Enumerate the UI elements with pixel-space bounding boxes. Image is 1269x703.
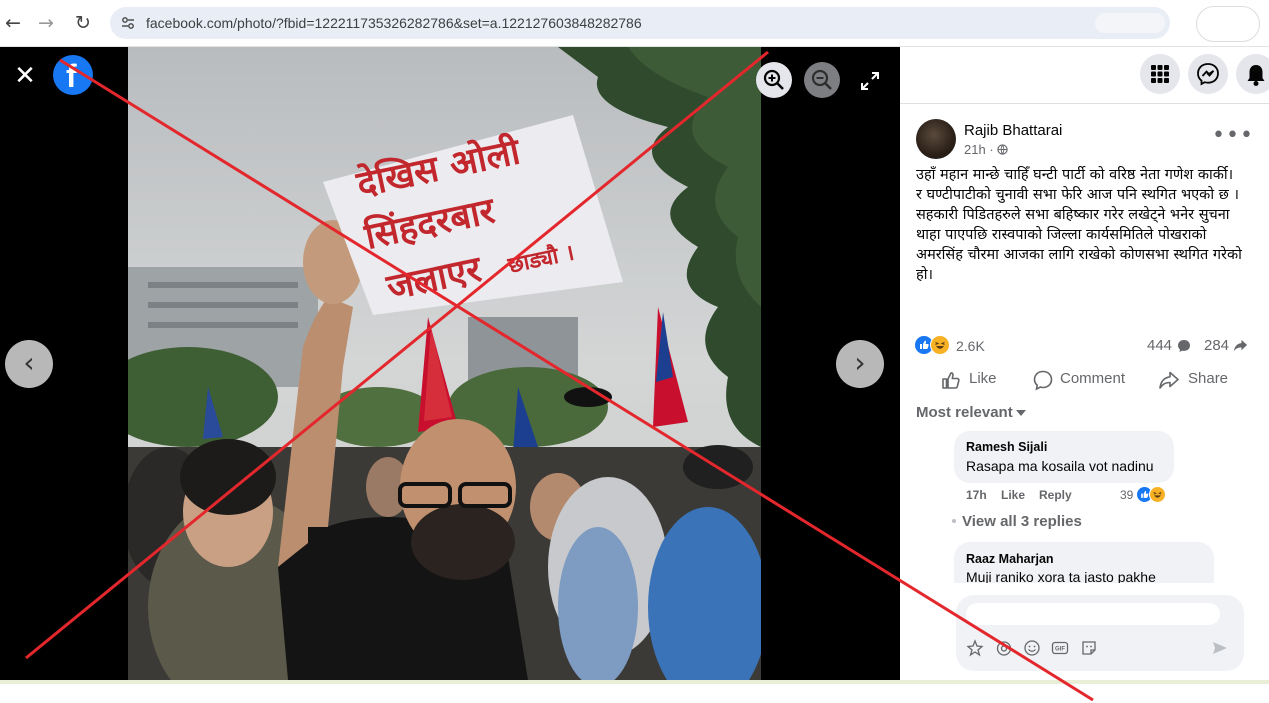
comment-count[interactable]: 444 xyxy=(1147,337,1172,354)
post-text: उहाँ महान मान्छे चाहिँ घन्टी पार्टी को व… xyxy=(916,167,1242,283)
comment-like-button[interactable]: Like xyxy=(1001,488,1025,502)
notifications-bell-icon[interactable] xyxy=(1236,54,1269,94)
comment-reply-button[interactable]: Reply xyxy=(1039,488,1072,502)
next-photo-button[interactable]: › xyxy=(836,340,884,388)
post-panel: Rajib Bhattarai 21h · ••• उहाँ महान मान्… xyxy=(900,47,1269,680)
haha-reaction-icon xyxy=(1149,486,1166,503)
camera-icon[interactable] xyxy=(995,639,1013,657)
browser-profile-button[interactable] xyxy=(1196,6,1260,42)
emoji-icon[interactable] xyxy=(1023,639,1041,657)
comment-input[interactable] xyxy=(966,603,1220,625)
fullscreen-icon[interactable] xyxy=(858,69,882,93)
close-icon[interactable]: ✕ xyxy=(12,63,38,89)
globe-icon xyxy=(997,144,1008,155)
back-arrow-icon[interactable]: ← xyxy=(0,10,26,36)
comment-bubble-icon xyxy=(1178,340,1190,352)
photo-viewer: देखिस ओली सिंहदरबार जलाएर छाड्यौ । ✕ f ‹… xyxy=(0,47,900,680)
menu-grid-icon[interactable] xyxy=(1140,54,1180,94)
send-icon[interactable] xyxy=(1211,639,1229,657)
comment-time[interactable]: 17h xyxy=(966,488,987,502)
protest-photo: देखिस ओली सिंहदरबार जलाएर छाड्यौ । xyxy=(128,47,761,680)
chevron-down-icon[interactable] xyxy=(1016,410,1026,416)
post-meta: 21h · xyxy=(964,142,1008,157)
post-time[interactable]: 21h xyxy=(964,142,986,157)
like-button[interactable]: Like xyxy=(940,368,1020,392)
gif-icon[interactable]: GIF xyxy=(1051,639,1069,657)
facebook-logo[interactable]: f xyxy=(53,55,93,95)
divider xyxy=(900,103,1269,104)
reload-icon[interactable]: ↻ xyxy=(70,10,96,36)
zoom-in-icon[interactable] xyxy=(756,62,792,98)
share-count[interactable]: 284 xyxy=(1204,337,1229,354)
comment-sort[interactable]: Most relevant xyxy=(916,404,1013,421)
forward-arrow-icon[interactable]: → xyxy=(33,10,59,36)
previous-photo-button[interactable]: ‹ xyxy=(5,340,53,388)
thread-connector xyxy=(952,519,956,523)
share-icon xyxy=(1159,371,1179,389)
site-settings-icon[interactable] xyxy=(120,15,136,31)
comment-reaction-icons[interactable] xyxy=(1136,486,1166,504)
browser-toolbar: ← → ↻ facebook.com/photo/?fbid=122211735… xyxy=(0,0,1269,47)
share-button[interactable]: Share xyxy=(1158,368,1238,392)
address-bar[interactable]: facebook.com/photo/?fbid=122211735326282… xyxy=(110,7,1170,39)
comment-text: Rasapa ma kosaila vot nadinu xyxy=(966,458,1154,474)
comment-button[interactable]: Comment xyxy=(1032,368,1142,392)
omnibox-action[interactable] xyxy=(1095,13,1165,33)
zoom-out-icon[interactable] xyxy=(804,62,840,98)
comment-composer: GIF xyxy=(956,595,1244,671)
messenger-icon[interactable] xyxy=(1188,54,1228,94)
comment-author[interactable]: Raaz Maharjan xyxy=(966,552,1054,566)
sticker-icon[interactable] xyxy=(1080,639,1098,657)
svg-text:GIF: GIF xyxy=(1055,647,1065,653)
share-arrow-icon xyxy=(1233,339,1248,352)
chevron-left-icon: ‹ xyxy=(23,346,35,379)
comment-icon xyxy=(1033,370,1053,391)
photo: देखिस ओली सिंहदरबार जलाएर छाड्यौ । xyxy=(128,47,761,680)
page-below-area xyxy=(0,684,1269,703)
url-text[interactable]: facebook.com/photo/?fbid=122211735326282… xyxy=(146,15,642,31)
comment-bubble: Ramesh Sijali Rasapa ma kosaila vot nadi… xyxy=(954,431,1174,483)
avatar-sticker-icon[interactable] xyxy=(966,639,984,657)
more-options-icon[interactable]: ••• xyxy=(1212,125,1254,147)
reaction-count[interactable]: 2.6K xyxy=(956,338,985,354)
view-replies-link[interactable]: View all 3 replies xyxy=(962,513,1082,530)
avatar[interactable] xyxy=(916,119,956,159)
chevron-right-icon: › xyxy=(854,346,866,379)
comment-reaction-count[interactable]: 39 xyxy=(1120,488,1133,502)
haha-reaction-icon xyxy=(930,335,950,355)
thumbs-up-icon xyxy=(942,372,960,389)
comment-author[interactable]: Ramesh Sijali xyxy=(966,440,1047,454)
post-author[interactable]: Rajib Bhattarai xyxy=(964,122,1062,139)
